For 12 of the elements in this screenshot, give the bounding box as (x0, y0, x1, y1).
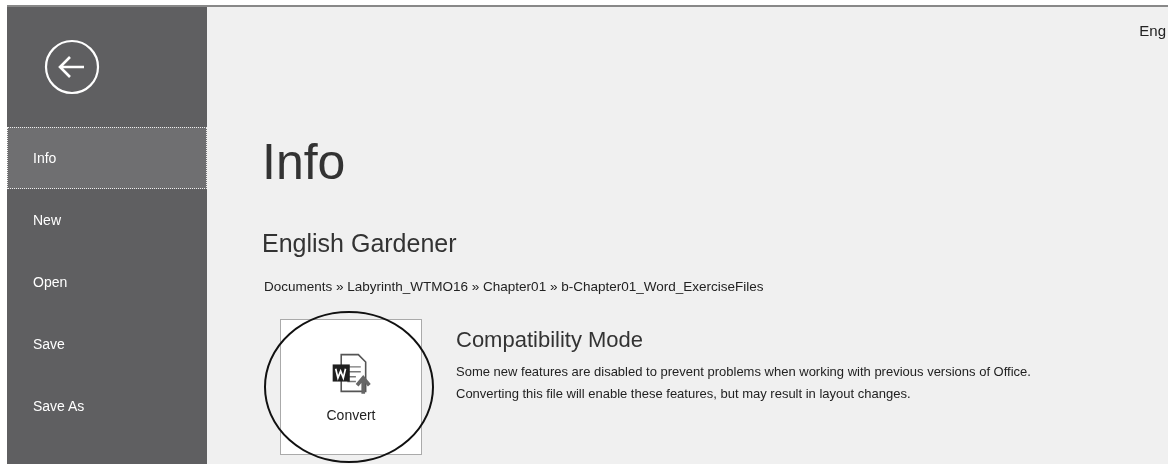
account-label[interactable]: Eng (1139, 22, 1166, 39)
sidebar-item[interactable]: Save As (7, 375, 207, 437)
page-title: Info (262, 137, 347, 187)
sidebar-item[interactable]: Open (7, 251, 207, 313)
sidebar-item[interactable]: New (7, 189, 207, 251)
convert-button[interactable]: Convert (280, 319, 422, 455)
section-heading: Compatibility Mode (456, 327, 645, 353)
document-name: English Gardener (262, 229, 458, 258)
description-text: Some new features are disabled to prevent problems when working with previous versions of Office. Converting this file will enable these features, but may result in layout changes. (456, 363, 1032, 403)
file-path: Documents » Labyrinth_WTMO16 » Chapter01 » b-Chapter01_Word_ExerciseFiles (264, 279, 765, 294)
sidebar-item[interactable]: Save (7, 313, 207, 375)
sidebar-item[interactable]: Info (7, 127, 207, 189)
